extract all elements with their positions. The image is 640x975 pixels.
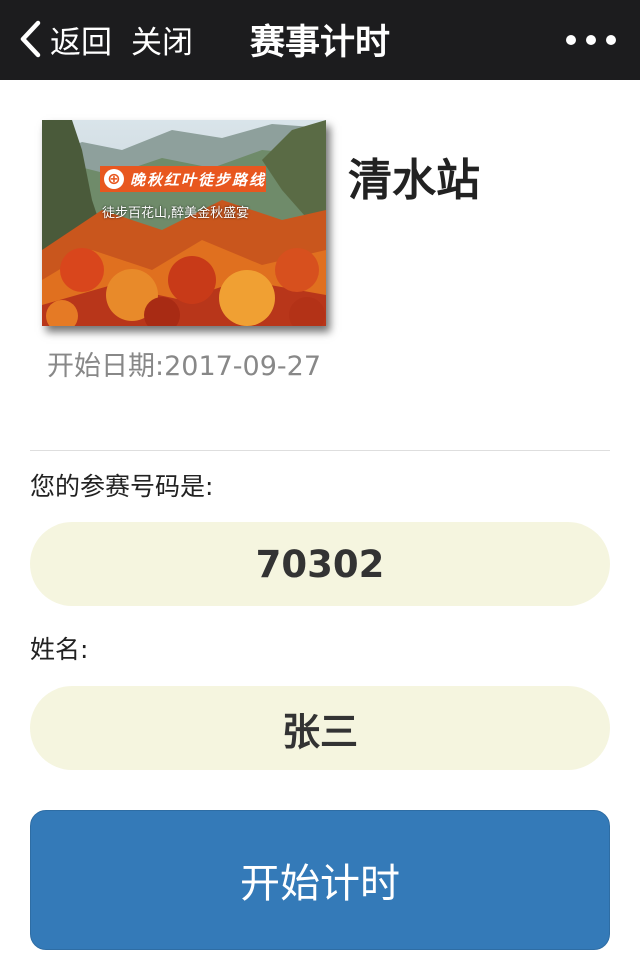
route-marker-icon: ⊕: [104, 169, 124, 189]
bib-number-label: 您的参赛号码是:: [30, 472, 214, 501]
autumn-mountain-illustration: [42, 120, 326, 326]
bib-number-field: 70302: [30, 522, 610, 606]
close-button[interactable]: 关闭: [131, 14, 193, 64]
chevron-left-icon: [20, 20, 41, 58]
cover-banner: ⊕ 晚秋红叶徒步路线: [100, 166, 266, 192]
top-navigation-bar: 返回 关闭 赛事计时: [0, 0, 640, 80]
start-timer-button[interactable]: 开始计时: [30, 810, 610, 950]
station-name: 清水站: [348, 155, 480, 206]
start-date-label: 开始日期:: [46, 351, 165, 382]
back-button[interactable]: 返回: [18, 14, 112, 64]
more-options-button[interactable]: [566, 22, 616, 58]
back-button-label: 返回: [50, 24, 112, 61]
cover-subtitle: 徒步百花山,醉美金秋盛宴: [102, 206, 250, 221]
start-date: 开始日期:2017-09-27: [42, 346, 326, 388]
name-label: 姓名:: [30, 635, 89, 664]
event-cover-image: ⊕ 晚秋红叶徒步路线 徒步百花山,醉美金秋盛宴: [42, 120, 326, 326]
cover-banner-text: 晚秋红叶徒步路线: [129, 170, 266, 189]
more-dots-icon: [566, 35, 576, 45]
start-date-value: 2017-09-27: [164, 351, 322, 382]
name-field: 张三: [30, 686, 610, 770]
divider: [30, 450, 610, 451]
